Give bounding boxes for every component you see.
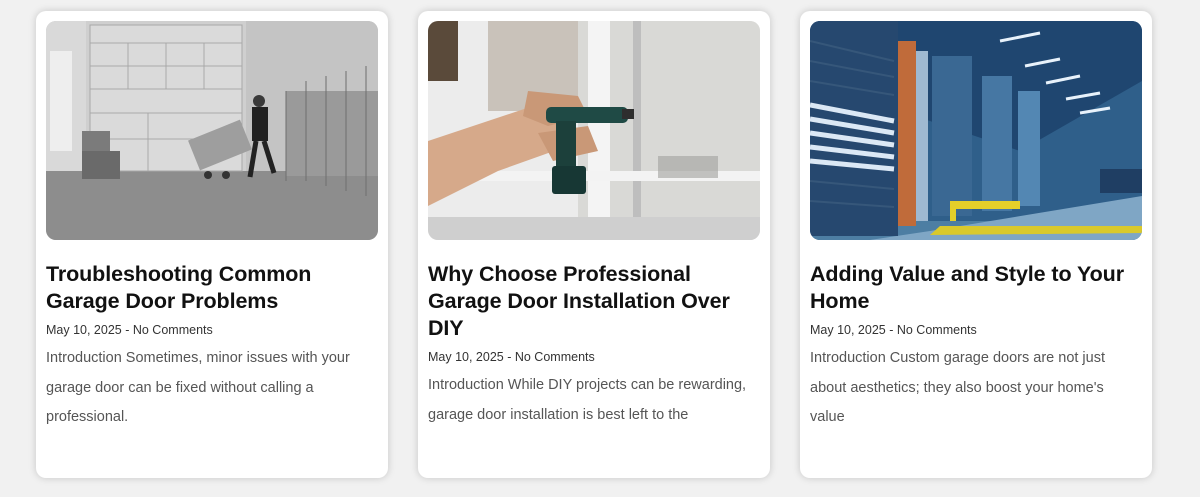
post-title[interactable]: Adding Value and Style to Your Home [810,261,1142,315]
post-card: Why Choose Professional Garage Door Inst… [418,11,770,478]
post-date: May 10, 2025 [428,350,504,364]
garage-delivery-photo-icon [46,21,378,240]
post-comments-link[interactable]: No Comments [133,323,213,337]
post-excerpt: Introduction Custom garage doors are not… [810,350,1105,425]
post-thumbnail-link[interactable] [46,21,378,240]
post-comments-link[interactable]: No Comments [897,323,977,337]
post-date: May 10, 2025 [810,323,886,337]
warehouse-doors-photo-icon [810,21,1142,240]
post-title[interactable]: Troubleshooting Common Garage Door Probl… [46,261,378,315]
post-thumbnail-link[interactable] [428,21,760,240]
meta-separator: - [885,323,897,337]
post-meta: May 10, 2025 - No Comments [428,350,760,365]
meta-separator: - [121,323,133,337]
post-meta: May 10, 2025 - No Comments [810,323,1142,338]
post-card: Adding Value and Style to Your Home May … [800,11,1152,478]
post-meta: May 10, 2025 - No Comments [46,323,378,338]
post-comments-link[interactable]: No Comments [515,350,595,364]
drill-installation-photo-icon [428,21,760,240]
post-date: May 10, 2025 [46,323,122,337]
post-excerpt: Introduction Sometimes, minor issues wit… [46,350,350,425]
post-card: Troubleshooting Common Garage Door Probl… [36,11,388,478]
post-title[interactable]: Why Choose Professional Garage Door Inst… [428,261,760,342]
post-thumbnail-link[interactable] [810,21,1142,240]
meta-separator: - [503,350,515,364]
post-excerpt: Introduction While DIY projects can be r… [428,377,747,423]
blog-post-grid: Troubleshooting Common Garage Door Probl… [0,0,1200,497]
